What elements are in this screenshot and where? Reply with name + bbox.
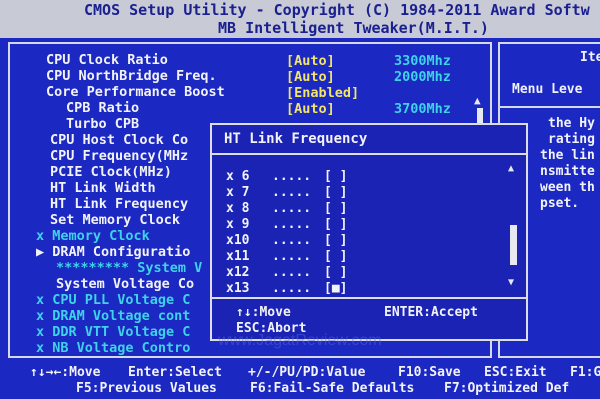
cpb-ratio-freq: 3700Mhz [394, 101, 451, 117]
hint-move: ↑↓:Move [236, 305, 291, 320]
option-checkbox[interactable]: [ ] [324, 201, 347, 216]
help-line: the lin [540, 148, 595, 163]
menu-item-cpb-ratio[interactable]: CPB Ratio [66, 101, 139, 116]
option-x13[interactable]: x13 ..... [■] [226, 281, 347, 296]
hint-accept: ENTER:Accept [384, 305, 478, 320]
option-label: x 9 [226, 217, 250, 232]
key-hint-fail-safe: F6:Fail-Safe Defaults [250, 381, 415, 396]
option-label: x10 [226, 233, 250, 248]
title-bar: CMOS Setup Utility - Copyright (C) 1984-… [0, 0, 600, 38]
menu-item-cpu-pll-voltage: x CPU PLL Voltage C [36, 292, 191, 308]
cpb-ratio-value[interactable]: [Auto] [286, 101, 335, 117]
option-x11[interactable]: x11 ..... [ ] [226, 249, 347, 264]
option-dots: ..... [272, 217, 312, 232]
help-line: the Hy [548, 116, 595, 131]
option-checkbox-selected[interactable]: [■] [324, 281, 347, 296]
option-checkbox[interactable]: [ ] [324, 249, 347, 264]
cpu-northbridge-freq-value[interactable]: [Auto] [286, 69, 335, 85]
option-dots: ..... [272, 201, 312, 216]
app-title: CMOS Setup Utility - Copyright (C) 1984-… [84, 1, 590, 19]
cpu-northbridge-freq-readout: 2000Mhz [394, 69, 451, 85]
dialog-scrollbar[interactable]: ▲ ▼ [508, 163, 518, 291]
option-label: x13 [226, 281, 250, 296]
option-label: x 8 [226, 201, 250, 216]
help-line: nsmitte [540, 164, 595, 179]
option-x12[interactable]: x12 ..... [ ] [226, 265, 347, 280]
key-hint-exit: ESC:Exit [484, 365, 547, 380]
key-hint-general: F1:Gen [570, 365, 600, 380]
key-help-footer: ↑↓→←:Move Enter:Select +/-/PU/PD:Value F… [0, 360, 600, 399]
help-divider [498, 106, 600, 108]
option-label: x 6 [226, 169, 250, 184]
option-x6[interactable]: x 6 ..... [ ] [226, 169, 347, 184]
ht-link-frequency-dialog: HT Link Frequency x 6 ..... [ ] x 7 ....… [210, 123, 528, 341]
dialog-divider [212, 153, 526, 155]
menu-item-memory-clock: x Memory Clock [36, 228, 150, 244]
menu-item-set-memory-clock[interactable]: Set Memory Clock [50, 213, 180, 228]
menu-item-ht-link-frequency[interactable]: HT Link Frequency [50, 197, 188, 212]
option-dots: ..... [272, 281, 312, 296]
scroll-up-icon[interactable]: ▲ [474, 94, 481, 107]
option-dots: ..... [272, 249, 312, 264]
menu-level: Menu Leve [512, 82, 583, 97]
key-hint-value: +/-/PU/PD:Value [248, 365, 366, 380]
option-dots: ..... [272, 169, 312, 184]
help-line: rating [548, 132, 595, 147]
option-label: x 7 [226, 185, 250, 200]
menu-item-dram-voltage: x DRAM Voltage cont [36, 308, 191, 324]
key-hint-move: ↑↓→←:Move [30, 365, 101, 380]
option-x9[interactable]: x 9 ..... [ ] [226, 217, 347, 232]
scroll-up-icon[interactable]: ▲ [508, 163, 514, 174]
option-checkbox[interactable]: [ ] [324, 233, 347, 248]
dialog-title: HT Link Frequency [224, 131, 368, 147]
option-dots: ..... [272, 265, 312, 280]
option-x10[interactable]: x10 ..... [ ] [226, 233, 347, 248]
menu-item-cpu-host-clock-control[interactable]: CPU Host Clock Co [50, 133, 188, 148]
help-line: pset. [540, 196, 580, 211]
option-dots: ..... [272, 233, 312, 248]
menu-item-ddr-vtt-voltage: x DDR VTT Voltage C [36, 324, 191, 340]
menu-item-system-voltage-control[interactable]: System Voltage Co [56, 277, 194, 292]
menu-item-core-performance-boost[interactable]: Core Performance Boost [46, 85, 225, 100]
option-label: x12 [226, 265, 250, 280]
menu-item-cpu-clock-ratio[interactable]: CPU Clock Ratio [46, 53, 168, 68]
page-title: MB Intelligent Tweaker(M.I.T.) [218, 19, 489, 37]
core-performance-boost-value[interactable]: [Enabled] [286, 85, 359, 101]
menu-item-turbo-cpb[interactable]: Turbo CPB [66, 117, 139, 132]
option-label: x11 [226, 249, 250, 264]
cpu-clock-ratio-value[interactable]: [Auto] [286, 53, 335, 69]
menu-item-cpu-frequency[interactable]: CPU Frequency(MHz [50, 149, 188, 164]
key-hint-optimized: F7:Optimized Def [444, 381, 570, 396]
key-hint-save: F10:Save [398, 365, 461, 380]
key-hint-select: Enter:Select [128, 365, 222, 380]
menu-item-pcie-clock[interactable]: PCIE Clock(MHz) [50, 165, 172, 180]
key-hint-previous-values: F5:Previous Values [76, 381, 217, 396]
menu-item-nb-voltage: x NB Voltage Contro [36, 340, 191, 356]
scroll-down-icon[interactable]: ▼ [508, 277, 514, 288]
option-x8[interactable]: x 8 ..... [ ] [226, 201, 347, 216]
menu-item-ht-link-width[interactable]: HT Link Width [50, 181, 156, 196]
option-checkbox[interactable]: [ ] [324, 217, 347, 232]
option-checkbox[interactable]: [ ] [324, 185, 347, 200]
section-system-voltage: ********* System V [56, 260, 203, 276]
option-checkbox[interactable]: [ ] [324, 169, 347, 184]
watermark: www.JagatReview.com [218, 332, 382, 349]
menu-item-cpu-northbridge-freq[interactable]: CPU NorthBridge Freq. [46, 69, 217, 84]
help-line: ween th [540, 180, 595, 195]
option-checkbox[interactable]: [ ] [324, 265, 347, 280]
scroll-thumb[interactable] [510, 225, 517, 265]
menu-item-dram-configuration[interactable]: ▶ DRAM Configuratio [36, 245, 190, 260]
option-dots: ..... [272, 185, 312, 200]
option-x7[interactable]: x 7 ..... [ ] [226, 185, 347, 200]
dialog-footer-divider [212, 297, 526, 299]
help-title: Ite [580, 50, 600, 65]
cpu-clock-ratio-freq: 3300Mhz [394, 53, 451, 69]
